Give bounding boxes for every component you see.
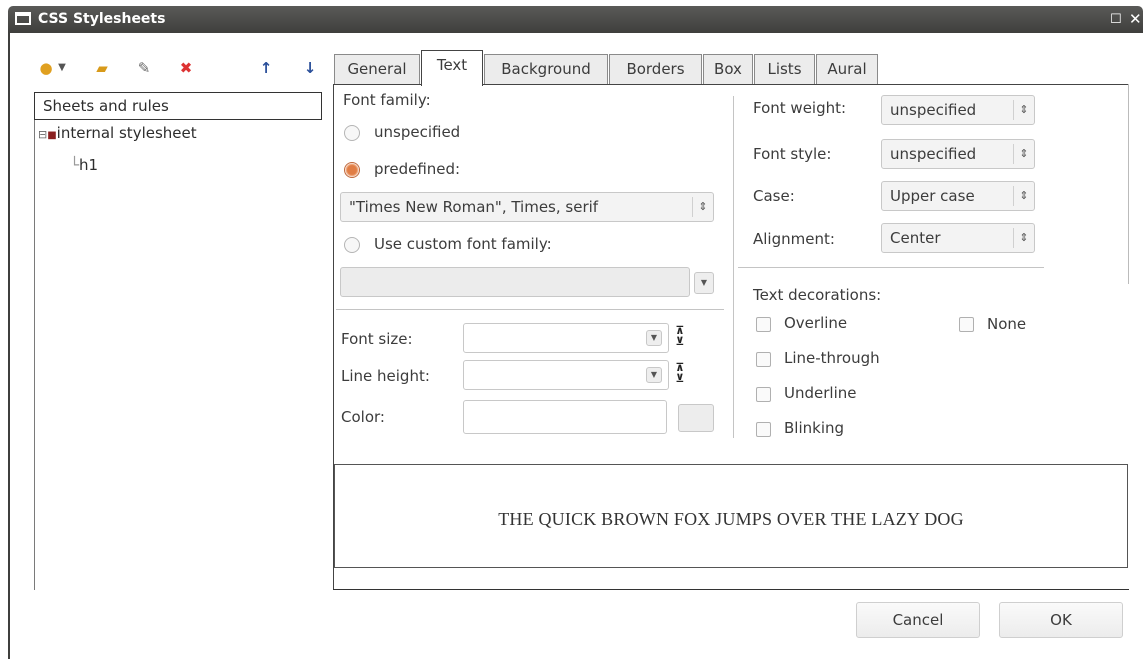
text-decorations-label: Text decorations: [753,286,882,304]
edit-icon[interactable]: ✎ [134,58,154,78]
tab-lists[interactable]: Lists [754,54,815,84]
updown-arrows-icon: ⇕ [692,197,713,217]
collapse-icon[interactable]: ⊟ [38,128,47,141]
predefined-font-select[interactable]: "Times New Roman", Times, serif ⇕ [340,192,714,222]
tab-borders[interactable]: Borders [609,54,702,84]
alignment-label: Alignment: [753,230,835,248]
font-weight-select[interactable]: unspecified ⇕ [881,95,1035,125]
tab-box[interactable]: Box [703,54,753,84]
separator [336,309,724,310]
overline-label[interactable]: Overline [784,314,847,332]
custom-font-input[interactable] [340,267,690,297]
tree-item-internal-stylesheet[interactable]: ⊟■internal stylesheet [38,124,197,142]
line-height-spinner-icon[interactable]: ⊼ ⊻ [674,362,686,386]
predefined-font-value: "Times New Roman", Times, serif [349,198,599,216]
color-picker-button[interactable] [678,404,714,432]
color-input[interactable] [463,400,667,434]
none-checkbox[interactable] [959,317,974,332]
preview-box: THE QUICK BROWN FOX JUMPS OVER THE LAZY … [334,464,1128,568]
font-weight-label: Font weight: [753,99,847,117]
updown-arrows-icon: ⇕ [1013,100,1034,120]
window-title: CSS Stylesheets [38,11,166,27]
tree-header: Sheets and rules [34,92,322,120]
preview-text: THE QUICK BROWN FOX JUMPS OVER THE LAZY … [498,509,964,529]
dropdown-arrow-icon[interactable]: ▼ [56,58,68,78]
alignment-value: Center [890,229,941,247]
line-height-dropdown-icon[interactable]: ▼ [646,367,662,383]
stylesheet-icon: ■ [47,130,57,141]
tab-background[interactable]: Background [484,54,608,84]
line-height-input[interactable] [463,360,669,390]
font-size-input[interactable] [463,323,669,353]
move-up-icon[interactable]: ↑ [256,58,276,78]
alignment-select[interactable]: Center ⇕ [881,223,1035,253]
custom-font-dropdown-icon[interactable]: ▼ [694,272,714,294]
font-style-label: Font style: [753,145,832,163]
move-down-icon[interactable]: ↓ [300,58,320,78]
open-folder-icon[interactable]: ▰ [92,58,112,78]
font-style-select[interactable]: unspecified ⇕ [881,139,1035,169]
tab-aural[interactable]: Aural [816,54,878,84]
line-through-checkbox[interactable] [756,352,771,367]
maximize-icon[interactable]: ☐ [1110,12,1122,27]
none-label[interactable]: None [987,315,1026,333]
updown-arrows-icon: ⇕ [1013,228,1034,248]
updown-arrows-icon: ⇕ [1013,144,1034,164]
new-stylesheet-icon[interactable]: ● [36,58,56,78]
line-height-label: Line height: [341,367,430,385]
updown-arrows-icon: ⇕ [1013,186,1034,206]
overline-checkbox[interactable] [756,317,771,332]
custom-font-label[interactable]: Use custom font family: [374,235,552,253]
blinking-checkbox[interactable] [756,422,771,437]
separator [333,589,1129,590]
color-label: Color: [341,408,385,426]
tab-text[interactable]: Text [421,50,483,86]
underline-label[interactable]: Underline [784,384,856,402]
panel-border [1128,84,1129,284]
case-select[interactable]: Upper case ⇕ [881,181,1035,211]
tree-connector: └ [70,156,80,174]
delete-icon[interactable]: ✖ [176,58,196,78]
unspecified-radio[interactable] [344,125,360,141]
ok-button[interactable]: OK [999,602,1123,638]
case-value: Upper case [890,187,975,205]
blinking-label[interactable]: Blinking [784,419,844,437]
separator [738,267,1044,268]
tree-item-h1[interactable]: └h1 [70,156,98,174]
window-frame [8,33,10,659]
tree-item-label: internal stylesheet [56,124,197,142]
predefined-label[interactable]: predefined: [374,160,460,178]
tab-general[interactable]: General [334,54,420,84]
window-icon [15,12,31,25]
predefined-radio[interactable] [344,162,360,178]
tree-item-label: h1 [79,156,99,174]
font-size-dropdown-icon[interactable]: ▼ [646,330,662,346]
line-through-label[interactable]: Line-through [784,349,880,367]
custom-font-radio[interactable] [344,237,360,253]
separator [733,96,734,438]
font-family-label: Font family: [343,91,431,109]
font-weight-value: unspecified [890,101,977,119]
unspecified-label[interactable]: unspecified [374,123,460,141]
underline-checkbox[interactable] [756,387,771,402]
font-size-spinner-icon[interactable]: ⊼ ⊻ [674,325,686,349]
close-icon[interactable]: ✕ [1129,10,1142,28]
font-size-label: Font size: [341,330,413,348]
case-label: Case: [753,187,795,205]
cancel-button[interactable]: Cancel [856,602,980,638]
font-style-value: unspecified [890,145,977,163]
title-bar: CSS Stylesheets ☐ ✕ [8,6,1143,33]
